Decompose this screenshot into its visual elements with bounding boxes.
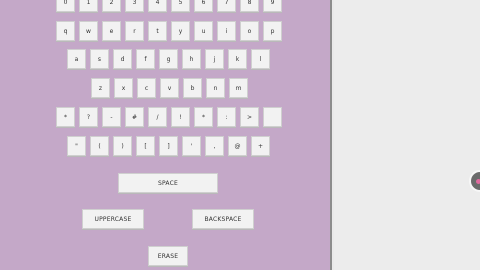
key-row-asdf-0[interactable]: a [67,49,86,69]
key-row-asdf-4[interactable]: g [159,49,178,69]
key-row-symbols-2-1[interactable]: ( [90,136,109,156]
key-row-qwerty-8[interactable]: o [240,21,259,41]
key-row-symbols-1-1[interactable]: ? [79,107,98,127]
key-row-digits-3[interactable]: 3 [125,0,144,12]
key-row-digits-0[interactable]: 0 [56,0,75,12]
key-row-digits-7[interactable]: 7 [217,0,236,12]
key-row-zxcv-6[interactable]: m [229,78,248,98]
key-row-asdf-5[interactable]: h [182,49,201,69]
key-row-symbols-2-8[interactable]: + [251,136,270,156]
key-row-qwerty-9[interactable]: p [263,21,282,41]
key-row-zxcv-4[interactable]: b [183,78,202,98]
content-pane [334,0,480,270]
key-row-symbols-1-0[interactable]: * [56,107,75,127]
key-row-symbols-2-7[interactable]: @ [228,136,247,156]
key-row-digits-6[interactable]: 6 [194,0,213,12]
erase-key[interactable]: ERASE [148,246,188,266]
key-row-symbols-1-7[interactable]: : [217,107,236,127]
key-row-digits-5[interactable]: 5 [171,0,190,12]
key-row-zxcv-0[interactable]: z [91,78,110,98]
key-row-digits-4[interactable]: 4 [148,0,167,12]
key-row-qwerty-2[interactable]: e [102,21,121,41]
key-row-qwerty-3[interactable]: r [125,21,144,41]
key-row-qwerty-5[interactable]: y [171,21,190,41]
key-row-zxcv-5[interactable]: n [206,78,225,98]
key-row-symbols-1-3[interactable]: # [125,107,144,127]
key-row-digits-8[interactable]: 8 [240,0,259,12]
key-row-asdf-2[interactable]: d [113,49,132,69]
key-row-symbols-1-9[interactable] [263,107,282,127]
key-row-symbols-2-2[interactable]: ) [113,136,132,156]
key-row-asdf-6[interactable]: j [205,49,224,69]
key-row-qwerty-6[interactable]: u [194,21,213,41]
key-row-digits-9[interactable]: 9 [263,0,282,12]
key-row-qwerty-7[interactable]: i [217,21,236,41]
key-row-symbols-2-4[interactable]: ] [159,136,178,156]
space-key[interactable]: SPACE [118,173,218,193]
key-row-zxcv-3[interactable]: v [160,78,179,98]
key-row-asdf-8[interactable]: l [251,49,270,69]
key-row-qwerty-4[interactable]: t [148,21,167,41]
key-row-symbols-1-6[interactable]: * [194,107,213,127]
key-row-zxcv-1[interactable]: x [114,78,133,98]
key-row-symbols-1-2[interactable]: - [102,107,121,127]
key-row-symbols-1-4[interactable]: / [148,107,167,127]
key-row-asdf-3[interactable]: f [136,49,155,69]
handle-dot-icon [476,179,480,184]
backspace-key[interactable]: BACKSPACE [192,209,254,229]
key-row-symbols-2-3[interactable]: [ [136,136,155,156]
key-row-symbols-2-0[interactable]: " [67,136,86,156]
key-row-digits-2[interactable]: 2 [102,0,121,12]
key-row-digits-1[interactable]: 1 [79,0,98,12]
uppercase-key[interactable]: UPPERCASE [82,209,144,229]
key-row-asdf-7[interactable]: k [228,49,247,69]
keyboard-panel: 0 1 2 3 4 5 6 7 8 9 q w e r t y u i o p a s d f g h j k l z x c v b n m *? - #… [0,0,332,270]
key-row-qwerty-1[interactable]: w [79,21,98,41]
key-row-qwerty-0[interactable]: q [56,21,75,41]
key-row-symbols-2-6[interactable]: , [205,136,224,156]
key-row-symbols-2-5[interactable]: ' [182,136,201,156]
key-row-symbols-1-5[interactable]: ! [171,107,190,127]
key-row-asdf-1[interactable]: s [90,49,109,69]
key-row-zxcv-2[interactable]: c [137,78,156,98]
key-row-symbols-1-8[interactable]: > [240,107,259,127]
